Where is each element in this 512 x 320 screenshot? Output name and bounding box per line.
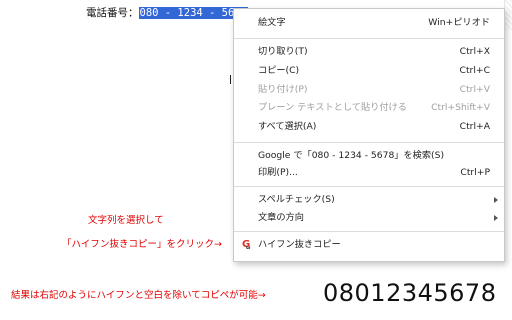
menu-item-hyphenless-copy[interactable]: Gω ハイフン抜きコピー	[234, 236, 504, 254]
menu-item-spellcheck[interactable]: スペルチェック(S)	[234, 191, 504, 209]
menu-item-emoji[interactable]: 絵文字 Win+ピリオド	[234, 14, 504, 32]
menu-item-copy[interactable]: コピー(C) Ctrl+C	[234, 62, 504, 80]
menu-separator	[234, 38, 504, 39]
menu-separator	[234, 186, 504, 187]
menu-item-select-all[interactable]: すべて選択(A) Ctrl+A	[234, 118, 504, 136]
phone-field[interactable]: 電話番号：080 - 1234 - 5678	[86, 6, 248, 20]
background-pattern	[504, 0, 512, 30]
context-menu: 絵文字 Win+ピリオド 切り取り(T) Ctrl+X コピー(C) Ctrl+…	[233, 8, 505, 262]
phone-value-selected[interactable]: 080 - 1234 - 5678	[138, 7, 248, 19]
submenu-arrow-icon	[494, 197, 498, 203]
menu-item-cut[interactable]: 切り取り(T) Ctrl+X	[234, 43, 504, 61]
annotation-select-text: 文字列を選択して	[88, 215, 164, 226]
menu-item-paste[interactable]: 貼り付け(P) Ctrl+V	[234, 81, 504, 99]
menu-item-google-search[interactable]: Google で「080 - 1234 - 5678」を検索(S)	[234, 147, 504, 165]
annotation-click-copy: 「ハイフン抜きコピー」をクリック→	[62, 239, 222, 250]
menu-separator	[234, 231, 504, 232]
submenu-arrow-icon	[494, 215, 498, 221]
result-value: 08012345678	[323, 279, 497, 307]
text-cursor	[230, 75, 231, 84]
menu-separator	[234, 142, 504, 143]
menu-item-print[interactable]: 印刷(P)... Ctrl+P	[234, 164, 504, 182]
phone-label: 電話番号：	[86, 7, 139, 19]
annotation-result: 結果は右記のようにハイフンと空白を除いてコピペが可能→	[11, 290, 266, 301]
menu-item-paste-plain[interactable]: プレーン テキストとして貼り付ける Ctrl+Shift+V	[234, 99, 504, 117]
extension-icon: Gω	[242, 239, 251, 251]
menu-item-writing-direction[interactable]: 文章の方向	[234, 209, 504, 227]
